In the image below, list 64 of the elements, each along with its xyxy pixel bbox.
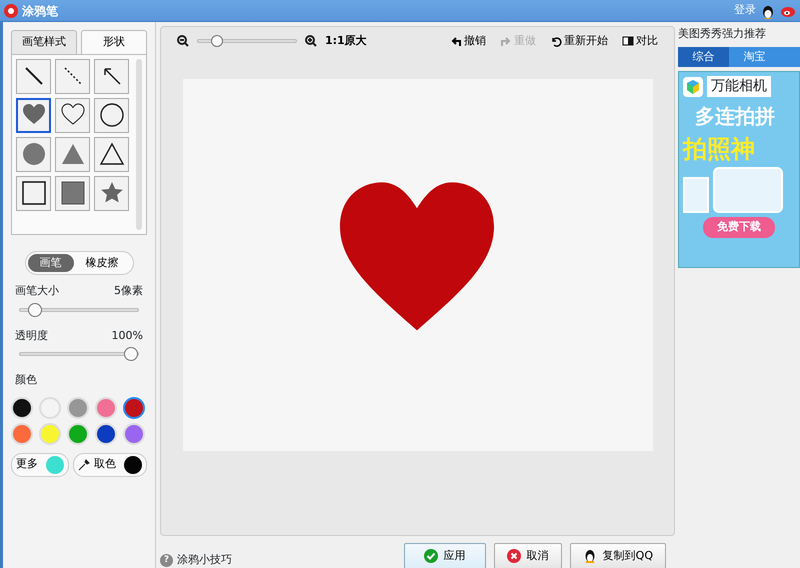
tab[interactable]: 综合	[678, 46, 729, 67]
tab[interactable]: 形状	[81, 30, 147, 54]
app-logo-icon	[4, 4, 18, 18]
redo-icon	[500, 35, 512, 47]
shape-button[interactable]	[55, 176, 90, 210]
shape-button[interactable]	[55, 98, 90, 132]
brush-size-label: 画笔大小	[15, 283, 59, 299]
more-colors-button[interactable]: 更多	[11, 452, 69, 476]
circle-outline-icon	[100, 103, 124, 127]
shape-button[interactable]	[94, 58, 129, 94]
apply-button[interactable]: 应用	[404, 543, 486, 568]
cancel-icon	[506, 549, 521, 563]
ad-headline: 多连拍拼	[694, 103, 775, 130]
window-title: 涂鸦笔	[22, 2, 58, 20]
brush-size-value: 5像素	[114, 283, 143, 299]
star-icon	[100, 181, 124, 205]
tab[interactable]: 画笔样式	[11, 30, 77, 54]
ad-subline: 拍照神	[681, 134, 755, 165]
circle-icon	[22, 142, 46, 166]
drawing-canvas[interactable]	[182, 79, 652, 451]
penguin-icon	[582, 549, 597, 563]
zoom-out-icon[interactable]	[177, 35, 189, 47]
eyedropper-icon	[78, 458, 90, 470]
photo-placeholder	[683, 177, 709, 213]
heart-icon	[22, 103, 46, 127]
toolbar-button[interactable]: 撤销	[450, 32, 486, 50]
shape-button[interactable]	[16, 58, 51, 94]
square-outline-icon	[22, 181, 46, 205]
color-swatch[interactable]	[123, 396, 145, 418]
shape-button[interactable]	[94, 136, 129, 172]
color-label: 颜色	[14, 372, 38, 388]
check-icon	[424, 549, 438, 563]
color-picker-button[interactable]: 取色	[73, 452, 147, 476]
zoom-in-icon[interactable]	[305, 35, 317, 47]
tips-link[interactable]: 涂鸦小技巧	[177, 552, 232, 568]
triangle-outline-icon	[100, 142, 124, 166]
ad-brand: 万能相机	[707, 76, 771, 97]
shape-button[interactable]	[16, 176, 51, 210]
opacity-label: 透明度	[15, 328, 48, 344]
help-icon[interactable]: ?	[160, 554, 173, 566]
recommend-title: 美图秀秀强力推荐	[678, 26, 767, 42]
slider-thumb[interactable]	[28, 302, 42, 316]
heart-outline-icon	[60, 103, 84, 127]
cube-icon	[683, 76, 703, 96]
undo-icon	[450, 35, 462, 47]
triangle-icon	[60, 142, 84, 166]
mode-toggle[interactable]: 画笔	[28, 254, 74, 272]
toolbar-button[interactable]: 对比	[622, 32, 658, 50]
slider-thumb[interactable]	[124, 347, 138, 361]
opacity-value: 100%	[112, 328, 143, 344]
shape-button[interactable]	[94, 98, 129, 132]
ad-banner[interactable]: 万能相机 多连拍拼 拍照神 免费下载	[678, 71, 800, 268]
restart-icon	[550, 35, 562, 47]
compare-icon	[622, 35, 634, 47]
scrollbar[interactable]	[136, 58, 142, 230]
actual-size-button[interactable]: 1:1原大	[325, 32, 367, 50]
cancel-button[interactable]: 取消	[494, 543, 562, 568]
square-icon	[60, 181, 84, 205]
zoom-thumb[interactable]	[210, 35, 223, 47]
tab[interactable]	[780, 46, 800, 67]
mode-toggle[interactable]: 橡皮擦	[74, 254, 130, 272]
photo-placeholder	[713, 167, 783, 213]
toolbar-button[interactable]: 重新开始	[550, 32, 608, 50]
qq-button[interactable]: 复制到QQ	[570, 543, 666, 568]
